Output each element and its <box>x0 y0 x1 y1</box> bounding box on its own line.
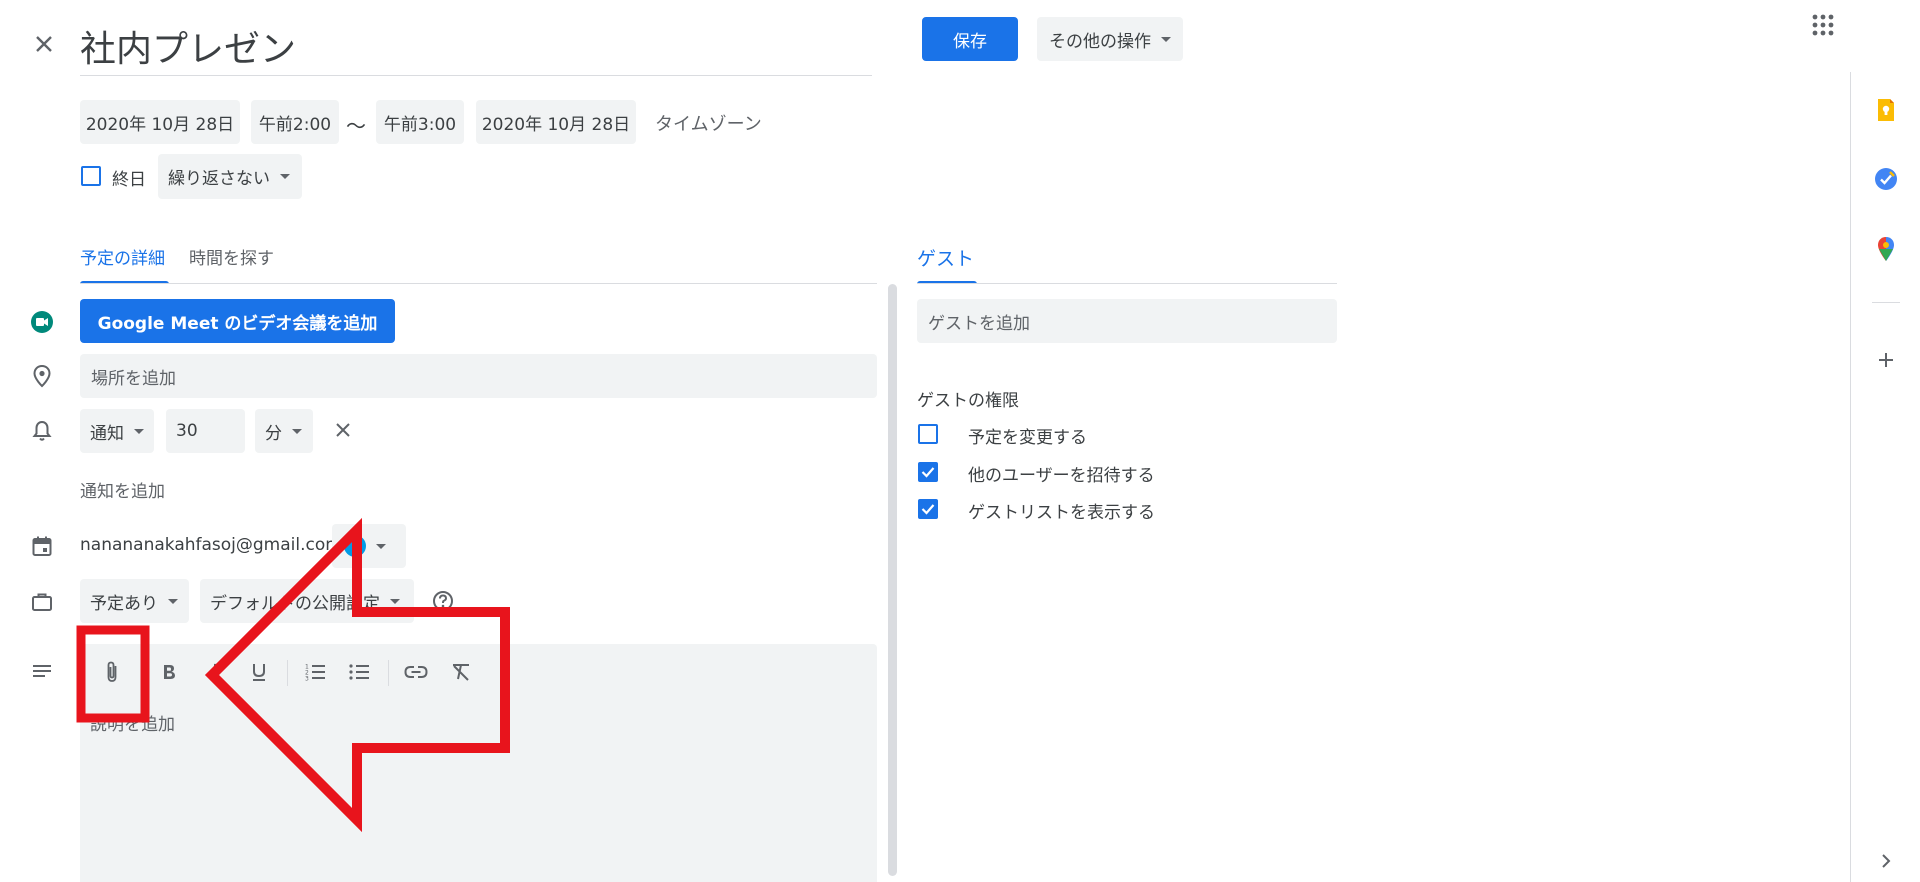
annotation-highlight-box <box>76 625 150 723</box>
annotation-overlay <box>76 517 510 833</box>
annotation-arrow <box>204 517 510 833</box>
